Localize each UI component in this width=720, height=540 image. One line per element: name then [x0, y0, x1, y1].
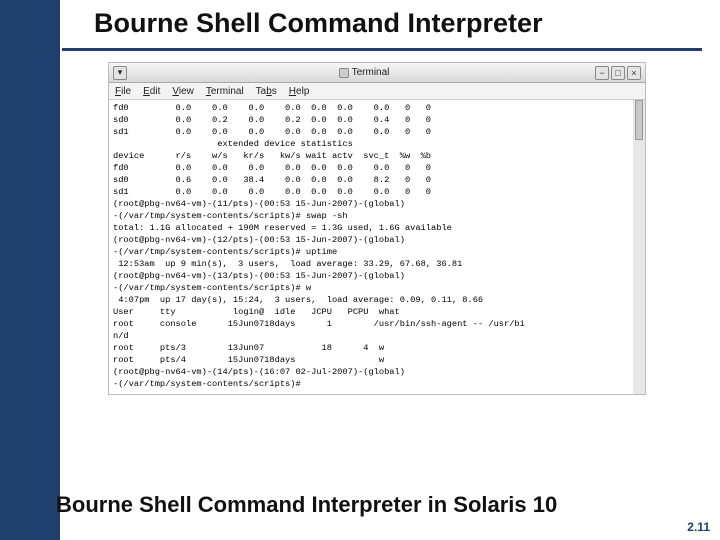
terminal-icon [339, 68, 349, 78]
terminal-line: fd0 0.0 0.0 0.0 0.0 0.0 0.0 0.0 0 0 [113, 102, 629, 114]
left-accent-band [0, 0, 60, 540]
terminal-line: -(/var/tmp/system-contents/scripts)# upt… [113, 246, 629, 258]
terminal-output[interactable]: fd0 0.0 0.0 0.0 0.0 0.0 0.0 0.0 0 0sd0 0… [109, 100, 645, 394]
terminal-line: -(/var/tmp/system-contents/scripts)# w [113, 282, 629, 294]
title-underline [62, 48, 702, 51]
app-menu-icon[interactable]: ▾ [113, 66, 127, 80]
menu-tabs[interactable]: Tabs [256, 86, 277, 97]
menu-help[interactable]: Help [289, 86, 310, 97]
terminal-line: sd1 0.0 0.0 0.0 0.0 0.0 0.0 0.0 0 0 [113, 126, 629, 138]
terminal-window: ▾ Terminal − □ × File Edit View Terminal… [108, 62, 646, 395]
menu-edit[interactable]: Edit [143, 86, 160, 97]
terminal-line: sd0 0.0 0.2 0.0 0.2 0.0 0.0 0.4 0 0 [113, 114, 629, 126]
terminal-line: 4:07pm up 17 day(s), 15:24, 3 users, loa… [113, 294, 629, 306]
terminal-line: (root@pbg-nv64-vm)-(11/pts)-(00:53 15-Ju… [113, 198, 629, 210]
page-number: 2.11 [687, 520, 710, 534]
terminal-line: sd1 0.0 0.0 0.0 0.0 0.0 0.0 0.0 0 0 [113, 186, 629, 198]
scrollbar-thumb[interactable] [635, 100, 643, 140]
slide-title: Bourne Shell Command Interpreter [94, 8, 543, 39]
terminal-line: (root@pbg-nv64-vm)-(13/pts)-(00:53 15-Ju… [113, 270, 629, 282]
terminal-line: User tty login@ idle JCPU PCPU what [113, 306, 629, 318]
menu-view[interactable]: View [172, 86, 194, 97]
terminal-line: 12:53am up 9 min(s), 3 users, load avera… [113, 258, 629, 270]
terminal-line: root console 15Jun0718days 1 /usr/bin/ss… [113, 318, 629, 330]
terminal-line: -(/var/tmp/system-contents/scripts)# swa… [113, 210, 629, 222]
terminal-line: device r/s w/s kr/s kw/s wait actv svc_t… [113, 150, 629, 162]
window-title: Terminal [133, 67, 595, 78]
menubar: File Edit View Terminal Tabs Help [109, 83, 645, 100]
maximize-button[interactable]: □ [611, 66, 625, 80]
terminal-line: (root@pbg-nv64-vm)-(14/pts)-(16:07 02-Ju… [113, 366, 629, 378]
slide-caption: Bourne Shell Command Interpreter in Sola… [56, 492, 557, 518]
minimize-button[interactable]: − [595, 66, 609, 80]
terminal-line: fd0 0.0 0.0 0.0 0.0 0.0 0.0 0.0 0 0 [113, 162, 629, 174]
terminal-line: extended device statistics [113, 138, 629, 150]
terminal-line: -(/var/tmp/system-contents/scripts)# [113, 378, 629, 390]
window-controls: − □ × [595, 66, 641, 80]
window-title-text: Terminal [352, 67, 390, 78]
terminal-line: total: 1.1G allocated + 190M reserved = … [113, 222, 629, 234]
terminal-line: n/d [113, 330, 629, 342]
terminal-line: sd0 0.6 0.0 38.4 0.0 0.0 0.0 8.2 0 0 [113, 174, 629, 186]
terminal-line: (root@pbg-nv64-vm)-(12/pts)-(00:53 15-Ju… [113, 234, 629, 246]
window-titlebar[interactable]: ▾ Terminal − □ × [109, 63, 645, 83]
close-button[interactable]: × [627, 66, 641, 80]
menu-terminal[interactable]: Terminal [206, 86, 244, 97]
terminal-line: root pts/3 13Jun07 18 4 w [113, 342, 629, 354]
terminal-line: root pts/4 15Jun0718days w [113, 354, 629, 366]
menu-file[interactable]: File [115, 86, 131, 97]
